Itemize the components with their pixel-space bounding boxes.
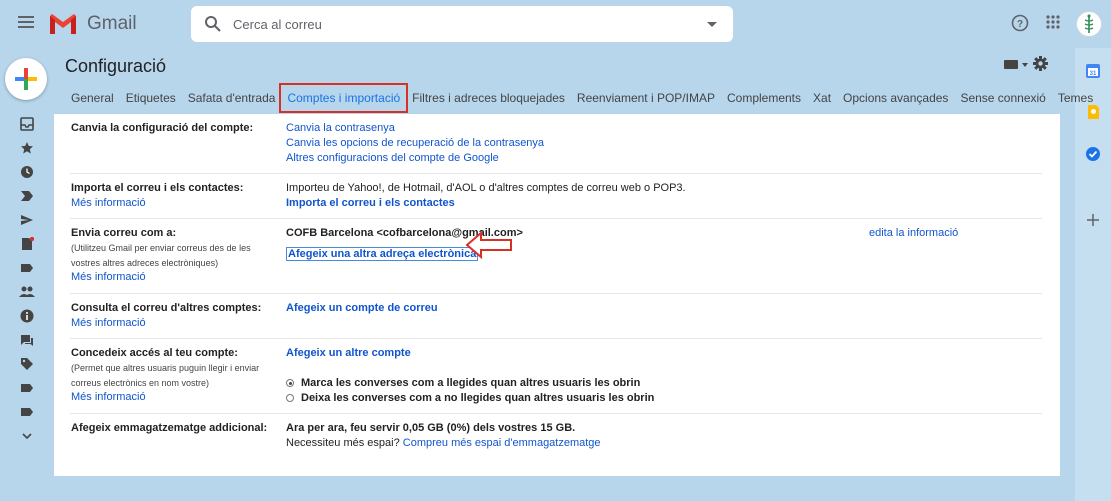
radio-selected-icon[interactable]: [286, 379, 294, 387]
storage-question-line: Necessiteu més espai? Compreu més espai …: [286, 437, 601, 449]
clock-icon[interactable]: [17, 160, 37, 184]
row-label: Consulta el correu d'altres comptes:: [71, 302, 262, 314]
search-box[interactable]: Cerca al correu: [191, 6, 733, 42]
row-description: correus electrònics en nom vostre): [71, 378, 210, 388]
drafts-icon[interactable]: [17, 232, 37, 256]
inbox-icon[interactable]: [17, 112, 37, 136]
buy-storage-link[interactable]: Compreu més espai d'emmagatzematge: [403, 437, 601, 449]
learn-more-link[interactable]: Més informació: [71, 317, 146, 329]
storage-usage: Ara per ara, feu servir 0,05 GB (0%) del…: [286, 422, 576, 434]
svg-text:?: ?: [1017, 19, 1023, 30]
import-mail-contacts-link[interactable]: Importa el correu i els contactes: [286, 197, 455, 209]
star-icon[interactable]: [17, 136, 37, 160]
keyboard-dropdown-icon[interactable]: [1022, 63, 1028, 67]
important-icon[interactable]: [17, 184, 37, 208]
google-account-settings-link[interactable]: Altres configuracions del compte de Goog…: [286, 152, 499, 164]
radio-unselected-icon[interactable]: [286, 394, 294, 402]
import-row: Importa el correu i els contactes: Més i…: [70, 174, 1042, 219]
account-avatar[interactable]: [1076, 11, 1102, 37]
page-title: Configuració: [65, 56, 167, 76]
tab-forwarding[interactable]: Reenviament i POP/IMAP: [577, 82, 715, 114]
help-icon[interactable]: ?: [1011, 14, 1029, 32]
svg-text:31: 31: [1090, 71, 1097, 77]
row-label: Envia correu com a:: [71, 227, 177, 239]
import-description: Importeu de Yahoo!, de Hotmail, d'AOL o …: [286, 182, 686, 194]
edit-info-link[interactable]: edita la informació: [869, 227, 958, 239]
left-nav: [17, 112, 37, 448]
calendar-icon[interactable]: 31: [1085, 63, 1101, 79]
settings-panel: Canvia la configuració del compte: Canvi…: [54, 114, 1060, 476]
main-menu-button[interactable]: [15, 13, 37, 35]
tab-labels[interactable]: Etiquetes: [126, 82, 176, 114]
search-options-icon[interactable]: [707, 22, 717, 27]
top-bar: Gmail Cerca al correu ?: [0, 0, 1111, 48]
settings-tabs: General Etiquetes Safata d'entrada Compt…: [71, 82, 1105, 114]
apps-grid-icon[interactable]: [1045, 14, 1061, 30]
grant-access-row: Concedeix accés al teu compte: (Permet q…: [70, 339, 1042, 414]
radio-label: Deixa les converses com a no llegides qu…: [301, 392, 655, 404]
learn-more-link[interactable]: Més informació: [71, 271, 146, 283]
recovery-options-link[interactable]: Canvia les opcions de recuperació de la …: [286, 137, 544, 149]
tab-accounts-import[interactable]: Comptes i importació: [279, 83, 409, 113]
red-arrow-annotation-icon: [465, 231, 512, 259]
leave-unread-radio[interactable]: Deixa les converses com a no llegides qu…: [286, 392, 654, 404]
add-mail-account-link[interactable]: Afegeix un compte de correu: [286, 302, 438, 314]
radio-label: Marca les converses com a llegides quan …: [301, 377, 641, 389]
tab-chat[interactable]: Xat: [813, 82, 831, 114]
sent-icon[interactable]: [17, 208, 37, 232]
learn-more-link[interactable]: Més informació: [71, 391, 146, 403]
info-icon[interactable]: [17, 304, 37, 328]
tab-general[interactable]: General: [71, 82, 114, 114]
row-label: Afegeix emmagatzematge addicional:: [71, 422, 268, 434]
gear-icon[interactable]: [1033, 56, 1048, 71]
row-label: Importa el correu i els contactes:: [71, 182, 244, 194]
row-label: Canvia la configuració del compte:: [71, 122, 254, 134]
add-email-address-label[interactable]: Afegeix una altra adreça electrònica: [286, 247, 479, 261]
change-password-link[interactable]: Canvia la contrasenya: [286, 122, 395, 134]
storage-question: Necessiteu més espai?: [286, 437, 400, 449]
row-label: Concedeix accés al teu compte:: [71, 347, 238, 359]
tab-addons[interactable]: Complements: [727, 82, 801, 114]
keyboard-icon[interactable]: [1004, 60, 1018, 69]
app-name: Gmail: [87, 13, 137, 34]
account-settings-row: Canvia la configuració del compte: Canvi…: [70, 114, 1042, 174]
chevron-down-icon[interactable]: [17, 424, 37, 448]
learn-more-link[interactable]: Més informació: [71, 197, 146, 209]
gmail-logo-icon[interactable]: [48, 12, 78, 36]
contacts-icon[interactable]: [17, 280, 37, 304]
search-input[interactable]: Cerca al correu: [233, 17, 322, 32]
mark-read-radio[interactable]: Marca les converses com a llegides quan …: [286, 377, 640, 389]
tab-filters[interactable]: Filtres i adreces bloquejades: [412, 82, 565, 114]
tab-inbox[interactable]: Safata d'entrada: [188, 82, 276, 114]
side-panel: 31: [1075, 48, 1111, 501]
tasks-icon[interactable]: [1085, 146, 1101, 162]
add-another-account-link[interactable]: Afegeix un altre compte: [286, 347, 411, 359]
add-icon[interactable]: [1085, 212, 1101, 228]
row-description: vostres altres adreces electròniques): [71, 258, 219, 268]
label-icon[interactable]: [17, 256, 37, 280]
tab-advanced[interactable]: Opcions avançades: [843, 82, 948, 114]
row-description: (Permet que altres usuaris puguin llegir…: [71, 363, 260, 373]
tab-themes[interactable]: Temes: [1058, 82, 1093, 114]
storage-row: Afegeix emmagatzematge addicional: Ara p…: [70, 414, 1042, 459]
chat-icon[interactable]: [17, 328, 37, 352]
tag-icon[interactable]: [17, 352, 37, 376]
check-mail-row: Consulta el correu d'altres comptes: Més…: [70, 294, 1042, 339]
tab-offline[interactable]: Sense connexió: [960, 82, 1045, 114]
row-description: (Utilitzeu Gmail per enviar correus des …: [71, 243, 251, 253]
label-icon[interactable]: [17, 376, 37, 400]
search-icon[interactable]: [204, 15, 222, 33]
compose-button[interactable]: [5, 58, 47, 100]
label-icon[interactable]: [17, 400, 37, 424]
caduceus-icon: [1084, 14, 1094, 33]
send-mail-as-row: Envia correu com a: (Utilitzeu Gmail per…: [70, 219, 1042, 294]
add-email-address-link[interactable]: Afegeix una altra adreça electrònica: [286, 247, 479, 261]
